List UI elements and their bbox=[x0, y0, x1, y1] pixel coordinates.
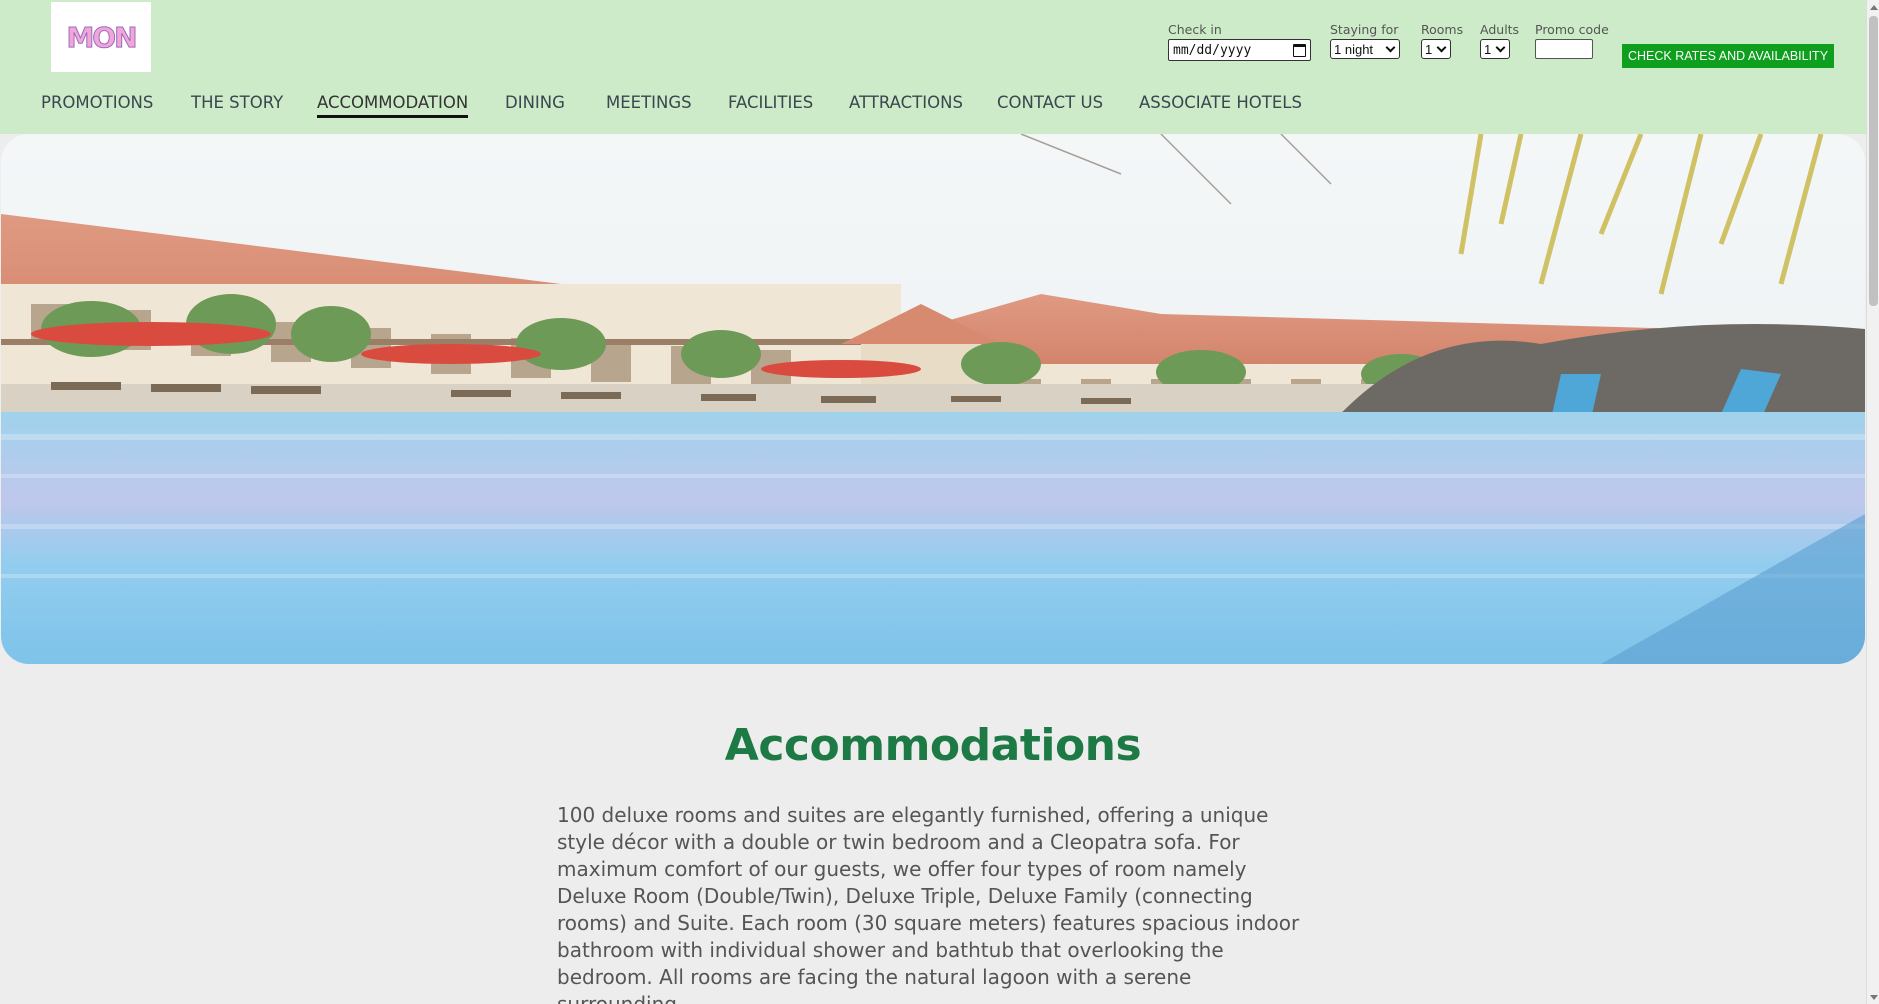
calendar-icon[interactable] bbox=[1293, 43, 1306, 57]
nav-item-promotions[interactable]: PROMOTIONS bbox=[41, 93, 153, 115]
rooms-field: Rooms 1 bbox=[1421, 22, 1463, 59]
intro-paragraph: 100 deluxe rooms and suites are elegantl… bbox=[557, 803, 1300, 1004]
adults-select[interactable]: 1 bbox=[1480, 39, 1510, 59]
promo-field: Promo code bbox=[1535, 22, 1609, 59]
chevron-down-icon bbox=[1495, 42, 1506, 52]
site-header: MON Check in mm/dd/yyyy Staying for 1 ni… bbox=[0, 0, 1866, 134]
triangle-up-icon bbox=[1869, 4, 1878, 10]
staying-select-value: 1 night bbox=[1334, 41, 1374, 57]
adults-label: Adults bbox=[1480, 22, 1520, 37]
rooms-select-value: 1 bbox=[1425, 41, 1433, 57]
page: MON Check in mm/dd/yyyy Staying for 1 ni… bbox=[0, 0, 1879, 1004]
triangle-down-icon bbox=[1869, 994, 1878, 1000]
nav-item-dining[interactable]: DINING bbox=[505, 93, 565, 115]
hotel-logo[interactable]: MON bbox=[51, 2, 151, 72]
adults-select-value: 1 bbox=[1484, 41, 1492, 57]
checkin-field: Check in mm/dd/yyyy bbox=[1168, 22, 1311, 61]
checkin-date-input[interactable]: mm/dd/yyyy bbox=[1168, 39, 1311, 61]
checkin-label: Check in bbox=[1168, 22, 1222, 37]
checkin-date-value: mm/dd/yyyy bbox=[1173, 42, 1252, 58]
scroll-up-button[interactable] bbox=[1867, 0, 1879, 14]
scroll-down-button[interactable] bbox=[1867, 990, 1879, 1004]
staying-label: Staying for bbox=[1330, 22, 1399, 37]
rooms-select[interactable]: 1 bbox=[1421, 39, 1451, 59]
nav-item-facilities[interactable]: FACILITIES bbox=[728, 93, 813, 115]
page-title: Accommodations bbox=[724, 720, 1142, 771]
nav-item-attractions[interactable]: ATTRACTIONS bbox=[849, 93, 963, 115]
logo-text: MON bbox=[66, 20, 138, 54]
adults-field: Adults 1 bbox=[1480, 22, 1519, 59]
check-rates-button[interactable]: CHECK RATES AND AVAILABILITY bbox=[1622, 44, 1834, 68]
nav-item-associate-hotels[interactable]: ASSOCIATE HOTELS bbox=[1139, 93, 1302, 115]
chevron-down-icon bbox=[1385, 42, 1396, 52]
nav-item-accommodation[interactable]: ACCOMMODATION bbox=[317, 93, 469, 118]
hero-image bbox=[1, 134, 1865, 664]
staying-select[interactable]: 1 night bbox=[1330, 39, 1400, 59]
nav-item-meetings[interactable]: MEETINGS bbox=[606, 93, 692, 115]
hero-resort-pool-illustration bbox=[1, 134, 1865, 664]
promo-label: Promo code bbox=[1535, 22, 1609, 37]
chevron-down-icon bbox=[1436, 42, 1447, 52]
rooms-label: Rooms bbox=[1421, 22, 1464, 37]
staying-field: Staying for 1 night bbox=[1330, 22, 1400, 59]
scrollbar-thumb[interactable] bbox=[1869, 16, 1878, 306]
vertical-scrollbar[interactable] bbox=[1866, 0, 1879, 1004]
nav-item-contact-us[interactable]: CONTACT US bbox=[997, 93, 1103, 115]
promo-code-input[interactable] bbox=[1535, 39, 1593, 59]
nav-item-the-story[interactable]: THE STORY bbox=[191, 93, 283, 115]
